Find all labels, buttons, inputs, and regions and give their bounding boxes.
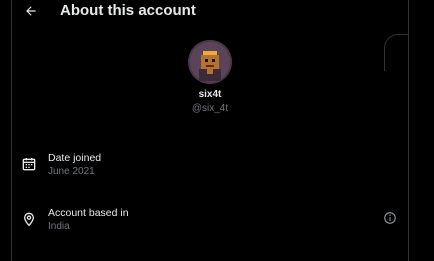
back-button[interactable] — [22, 2, 40, 20]
account-location-row: Account based in India — [11, 205, 409, 237]
date-joined-row: Date joined June 2021 — [11, 150, 409, 182]
avatar-image — [188, 40, 232, 84]
avatar[interactable] — [188, 40, 232, 84]
arrow-left-icon — [26, 6, 36, 16]
header: About this account — [12, 0, 408, 22]
account-location-value: India — [48, 221, 70, 232]
page-title: About this account — [60, 2, 196, 19]
date-joined-label: Date joined — [48, 152, 102, 164]
display-name: six4t — [198, 89, 222, 100]
location-pin-icon — [23, 212, 35, 227]
username-handle: @six_4t — [191, 103, 229, 114]
account-location-label: Account based in — [48, 207, 129, 219]
date-joined-value: June 2021 — [48, 166, 95, 177]
calendar-icon — [22, 158, 36, 171]
info-icon[interactable] — [383, 211, 397, 225]
